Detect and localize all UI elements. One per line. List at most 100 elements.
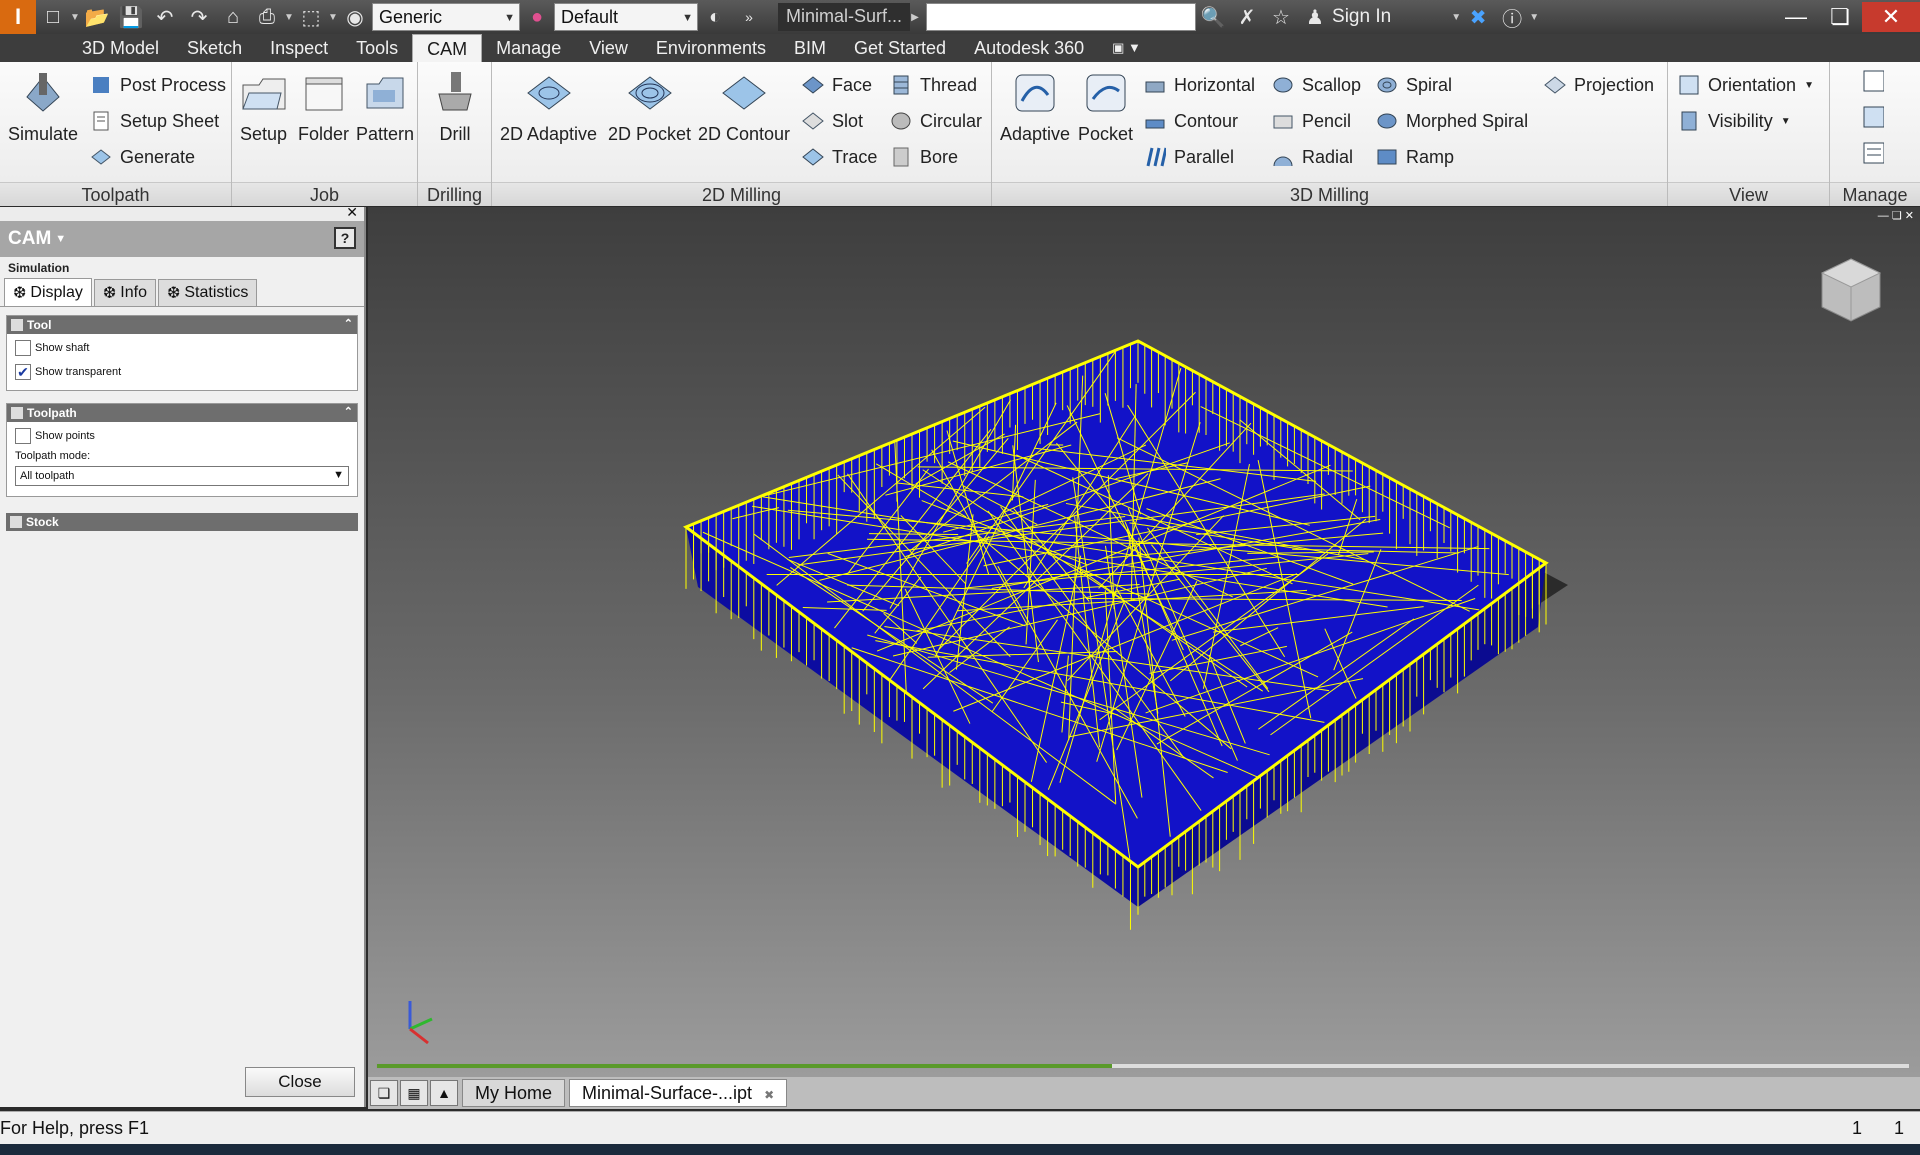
toolpath-group-header[interactable]: Toolpath ⌃ (7, 404, 357, 422)
simulate-button[interactable]: Simulate (8, 70, 78, 145)
new-file-icon[interactable]: □ (36, 2, 70, 32)
simulation-progress-bar[interactable] (376, 1063, 1910, 1069)
select-icon[interactable]: ⬚ (294, 2, 328, 32)
tab-sketch[interactable]: Sketch (173, 34, 256, 62)
pattern-button[interactable]: Pattern (356, 70, 414, 145)
graphics-viewport[interactable]: — ❏ ✕ (368, 207, 1920, 1077)
search-input[interactable] (926, 3, 1197, 31)
scallop-button[interactable]: Scallop (1272, 74, 1361, 96)
new-dropdown-icon[interactable]: ▼ (70, 12, 80, 23)
favorites-star-icon[interactable]: ☆ (1264, 2, 1298, 32)
close-window-button[interactable]: ✕ (1862, 2, 1920, 32)
template-library-button[interactable] (1862, 106, 1892, 128)
show-shaft-checkbox[interactable] (15, 340, 31, 356)
task-manager-button[interactable] (1862, 142, 1892, 164)
pocket-button[interactable]: Pocket (1078, 70, 1133, 145)
help-dropdown-icon[interactable]: ▼ (1529, 12, 1539, 23)
post-process-button[interactable]: Post Process (90, 74, 226, 96)
folder-button[interactable]: Folder (298, 70, 349, 145)
2d-pocket-button[interactable]: 2D Pocket (608, 70, 691, 145)
tab-my-home[interactable]: My Home (462, 1079, 566, 1107)
tab-inspect[interactable]: Inspect (256, 34, 342, 62)
open-file-icon[interactable]: 📂 (80, 2, 114, 32)
restore-button[interactable]: ❏ (1818, 2, 1862, 32)
tool-library-button[interactable] (1862, 70, 1892, 92)
color-wheel-icon[interactable]: ● (520, 2, 554, 32)
tab-autodesk-360[interactable]: Autodesk 360 (960, 34, 1098, 62)
communication-center-icon[interactable]: ✗ (1230, 2, 1264, 32)
morphed-spiral-button[interactable]: Morphed Spiral (1376, 110, 1528, 132)
ramp-button[interactable]: Ramp (1376, 146, 1454, 168)
exchange-icon[interactable]: ✖ (1461, 2, 1495, 32)
cascade-windows-icon[interactable]: ❏ (370, 1080, 398, 1106)
circular-button[interactable]: Circular (890, 110, 982, 132)
stock-group-header[interactable]: Stock (6, 513, 358, 531)
tab-display[interactable]: ❆ Display (4, 278, 92, 306)
tab-statistics[interactable]: ❆ Statistics (157, 279, 258, 306)
tool-group-header[interactable]: Tool ⌃ (7, 316, 357, 334)
2d-contour-button[interactable]: 2D Contour (698, 70, 790, 145)
binoculars-icon[interactable]: 🔍 (1196, 2, 1230, 32)
visibility-button[interactable]: Visibility ▼ (1678, 110, 1791, 132)
trace-button[interactable]: Trace (802, 146, 877, 168)
show-transparent-checkbox[interactable]: ✔ (15, 364, 31, 380)
bore-button[interactable]: Bore (890, 146, 958, 168)
minimize-button[interactable]: — (1774, 2, 1818, 32)
spiral-button[interactable]: Spiral (1376, 74, 1452, 96)
setup-button[interactable]: Setup (240, 70, 287, 145)
print-dropdown-icon[interactable]: ▼ (284, 12, 294, 23)
tile-windows-icon[interactable]: ▦ (400, 1080, 428, 1106)
radial-button[interactable]: Radial (1272, 146, 1353, 168)
toolpath-mode-select[interactable]: All toolpath ▼ (15, 466, 349, 486)
thread-button[interactable]: Thread (890, 74, 977, 96)
application-menu-button[interactable]: I (0, 0, 36, 34)
tab-part-document[interactable]: Minimal-Surface-...ipt ✖ (569, 1079, 788, 1107)
title-expand-icon[interactable]: ▶ (910, 12, 920, 23)
ribbon-options-icon[interactable]: ▣ ▼ (1098, 34, 1155, 62)
close-tab-icon[interactable]: ✖ (764, 1088, 774, 1102)
drill-button[interactable]: Drill (432, 70, 478, 145)
tab-view[interactable]: View (575, 34, 642, 62)
tab-environments[interactable]: Environments (642, 34, 780, 62)
more-icon[interactable]: » (732, 2, 766, 32)
open-documents-icon[interactable]: ▲ (430, 1080, 458, 1106)
tab-3d-model[interactable]: 3D Model (68, 34, 173, 62)
collapse-icon[interactable]: ⌃ (344, 317, 353, 330)
horizontal-button[interactable]: Horizontal (1144, 74, 1255, 96)
clear-appearance-icon[interactable]: ◐ (698, 2, 732, 32)
home-icon[interactable]: ⌂ (216, 2, 250, 32)
projection-button[interactable]: Projection (1544, 74, 1654, 96)
adaptive-button[interactable]: Adaptive (1000, 70, 1070, 145)
appearance-combo[interactable]: Generic ▼ (372, 3, 520, 31)
sign-in-dropdown-icon[interactable]: ▼ (1451, 12, 1461, 23)
2d-adaptive-button[interactable]: 2D Adaptive (500, 70, 597, 145)
sign-in-link[interactable]: Sign In (1332, 6, 1391, 28)
tab-bim[interactable]: BIM (780, 34, 840, 62)
tab-get-started[interactable]: Get Started (840, 34, 960, 62)
close-panel-icon[interactable]: ✕ (346, 204, 358, 221)
tab-tools[interactable]: Tools (342, 34, 412, 62)
collapse-icon[interactable]: ⌃ (344, 405, 353, 418)
generate-button[interactable]: Generate (90, 146, 195, 168)
help-icon[interactable]: ? (334, 227, 356, 249)
toolpath-model[interactable] (368, 207, 1920, 1077)
setup-sheet-button[interactable]: Setup Sheet (90, 110, 219, 132)
browser-header[interactable]: CAM ▼ ? (0, 221, 364, 257)
orientation-button[interactable]: Orientation ▼ (1678, 74, 1814, 96)
print-icon[interactable]: ⎙ (250, 2, 284, 32)
slot-button[interactable]: Slot (802, 110, 863, 132)
contour-button[interactable]: Contour (1144, 110, 1238, 132)
undo-icon[interactable]: ↶ (148, 2, 182, 32)
help-icon[interactable]: ⓘ (1495, 2, 1529, 32)
parallel-button[interactable]: Parallel (1144, 146, 1234, 168)
pencil-button[interactable]: Pencil (1272, 110, 1351, 132)
face-button[interactable]: Face (802, 74, 872, 96)
tab-info[interactable]: ❆ Info (93, 279, 156, 306)
tab-manage[interactable]: Manage (482, 34, 575, 62)
save-icon[interactable]: 💾 (114, 2, 148, 32)
material-combo[interactable]: Default ▼ (554, 3, 698, 31)
tab-cam[interactable]: CAM (412, 34, 483, 62)
appearance-icon[interactable]: ◉ (338, 2, 372, 32)
select-dropdown-icon[interactable]: ▼ (328, 12, 338, 23)
close-button[interactable]: Close (245, 1067, 355, 1097)
